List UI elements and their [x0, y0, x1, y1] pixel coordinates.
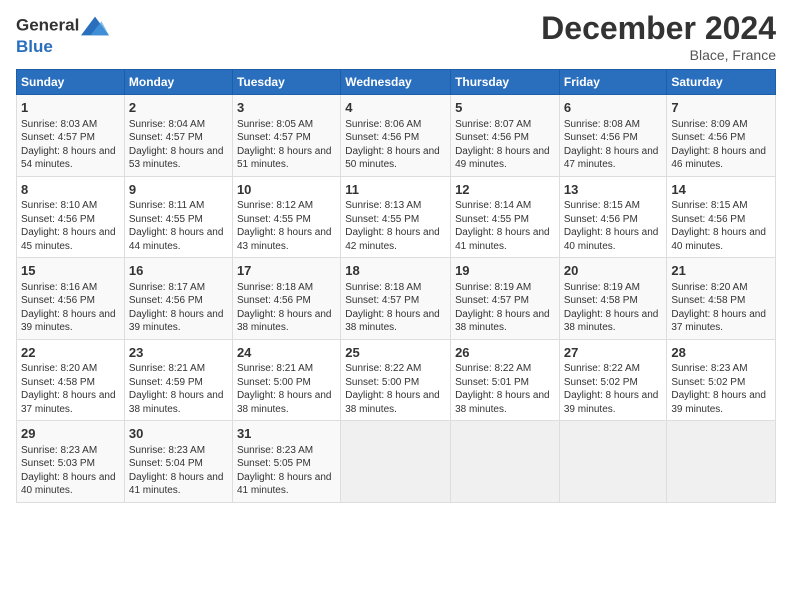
col-saturday: Saturday [667, 70, 776, 95]
table-row: 20Sunrise: 8:19 AMSunset: 4:58 PMDayligh… [559, 258, 667, 340]
table-row: 22Sunrise: 8:20 AMSunset: 4:58 PMDayligh… [17, 339, 125, 421]
table-row: 16Sunrise: 8:17 AMSunset: 4:56 PMDayligh… [124, 258, 232, 340]
header: General Blue December 2024 Blace, France [16, 10, 776, 63]
logo: General Blue [16, 14, 109, 57]
table-row: 4Sunrise: 8:06 AMSunset: 4:56 PMDaylight… [341, 95, 451, 177]
table-row: 30Sunrise: 8:23 AMSunset: 5:04 PMDayligh… [124, 421, 232, 503]
col-wednesday: Wednesday [341, 70, 451, 95]
table-row: 8Sunrise: 8:10 AMSunset: 4:56 PMDaylight… [17, 176, 125, 258]
col-thursday: Thursday [451, 70, 560, 95]
logo-line2: Blue [16, 38, 109, 57]
table-row: 14Sunrise: 8:15 AMSunset: 4:56 PMDayligh… [667, 176, 776, 258]
table-row [667, 421, 776, 503]
col-sunday: Sunday [17, 70, 125, 95]
table-row: 18Sunrise: 8:18 AMSunset: 4:57 PMDayligh… [341, 258, 451, 340]
table-row: 29Sunrise: 8:23 AMSunset: 5:03 PMDayligh… [17, 421, 125, 503]
month-title: December 2024 [541, 10, 776, 47]
table-row: 9Sunrise: 8:11 AMSunset: 4:55 PMDaylight… [124, 176, 232, 258]
table-row: 2Sunrise: 8:04 AMSunset: 4:57 PMDaylight… [124, 95, 232, 177]
logo-icon [81, 14, 109, 38]
table-row: 3Sunrise: 8:05 AMSunset: 4:57 PMDaylight… [232, 95, 340, 177]
table-row: 19Sunrise: 8:19 AMSunset: 4:57 PMDayligh… [451, 258, 560, 340]
location: Blace, France [541, 47, 776, 63]
table-row: 10Sunrise: 8:12 AMSunset: 4:55 PMDayligh… [232, 176, 340, 258]
table-row: 24Sunrise: 8:21 AMSunset: 5:00 PMDayligh… [232, 339, 340, 421]
table-row: 12Sunrise: 8:14 AMSunset: 4:55 PMDayligh… [451, 176, 560, 258]
table-row: 15Sunrise: 8:16 AMSunset: 4:56 PMDayligh… [17, 258, 125, 340]
table-row: 28Sunrise: 8:23 AMSunset: 5:02 PMDayligh… [667, 339, 776, 421]
table-row: 23Sunrise: 8:21 AMSunset: 4:59 PMDayligh… [124, 339, 232, 421]
page-container: General Blue December 2024 Blace, France… [0, 0, 792, 513]
table-row: 6Sunrise: 8:08 AMSunset: 4:56 PMDaylight… [559, 95, 667, 177]
table-row: 27Sunrise: 8:22 AMSunset: 5:02 PMDayligh… [559, 339, 667, 421]
table-row: 25Sunrise: 8:22 AMSunset: 5:00 PMDayligh… [341, 339, 451, 421]
table-row: 31Sunrise: 8:23 AMSunset: 5:05 PMDayligh… [232, 421, 340, 503]
table-row: 11Sunrise: 8:13 AMSunset: 4:55 PMDayligh… [341, 176, 451, 258]
calendar-header-row: Sunday Monday Tuesday Wednesday Thursday… [17, 70, 776, 95]
col-friday: Friday [559, 70, 667, 95]
calendar-table: Sunday Monday Tuesday Wednesday Thursday… [16, 69, 776, 503]
table-row [451, 421, 560, 503]
table-row: 7Sunrise: 8:09 AMSunset: 4:56 PMDaylight… [667, 95, 776, 177]
table-row: 21Sunrise: 8:20 AMSunset: 4:58 PMDayligh… [667, 258, 776, 340]
table-row [559, 421, 667, 503]
table-row: 13Sunrise: 8:15 AMSunset: 4:56 PMDayligh… [559, 176, 667, 258]
table-row: 1Sunrise: 8:03 AMSunset: 4:57 PMDaylight… [17, 95, 125, 177]
table-row [341, 421, 451, 503]
table-row: 17Sunrise: 8:18 AMSunset: 4:56 PMDayligh… [232, 258, 340, 340]
col-tuesday: Tuesday [232, 70, 340, 95]
logo-line1: General [16, 14, 109, 38]
col-monday: Monday [124, 70, 232, 95]
table-row: 26Sunrise: 8:22 AMSunset: 5:01 PMDayligh… [451, 339, 560, 421]
table-row: 5Sunrise: 8:07 AMSunset: 4:56 PMDaylight… [451, 95, 560, 177]
title-block: December 2024 Blace, France [541, 10, 776, 63]
